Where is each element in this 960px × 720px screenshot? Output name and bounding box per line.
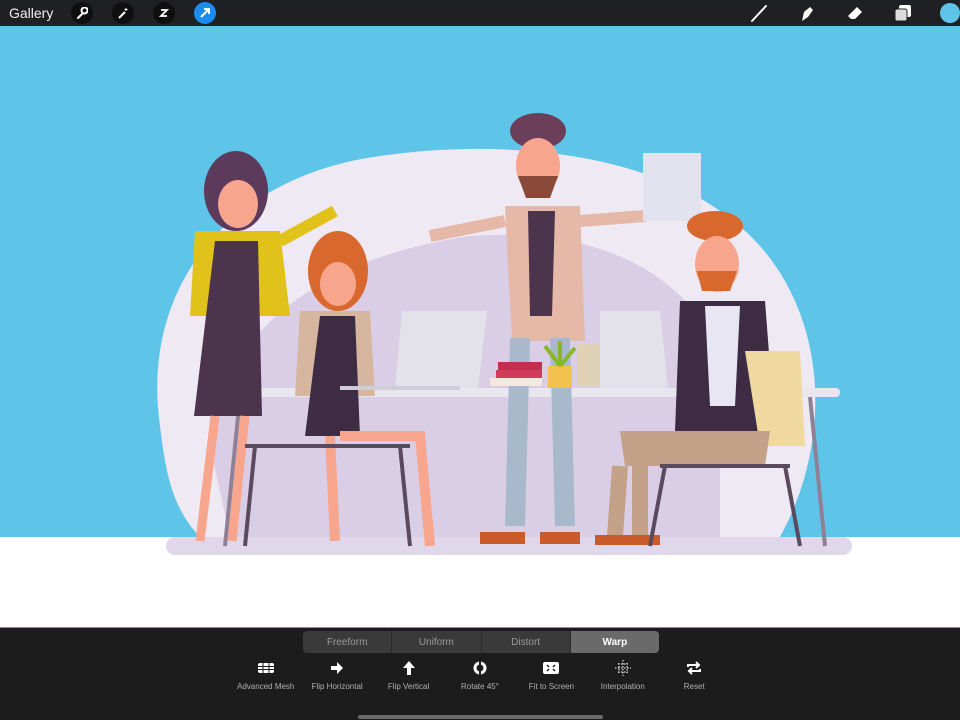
transform-mode-selector: Freeform Uniform Distort Warp — [303, 631, 659, 653]
rotate-icon — [473, 661, 487, 675]
top-toolbar: Gallery — [0, 0, 960, 26]
layers-icon[interactable] — [892, 2, 914, 24]
fit-screen-icon — [543, 662, 560, 674]
fit-to-screen-button[interactable]: Fit to Screen — [516, 660, 587, 691]
interpolation-button[interactable]: Interpolation — [587, 660, 658, 691]
tab-warp[interactable]: Warp — [570, 631, 659, 653]
tab-distort[interactable]: Distort — [482, 631, 571, 653]
smudge-icon[interactable] — [796, 2, 818, 24]
interpolation-icon — [614, 660, 631, 676]
advanced-mesh-button[interactable]: Advanced Mesh — [230, 660, 301, 691]
color-picker-swatch[interactable] — [940, 3, 960, 23]
wrench-icon[interactable] — [71, 2, 94, 24]
selection-icon[interactable] — [153, 2, 176, 24]
office-team-illustration — [0, 26, 960, 555]
flip-horizontal-button[interactable]: Flip Horizontal — [301, 660, 372, 691]
transform-arrow-icon[interactable] — [194, 2, 217, 24]
rotate-45-button[interactable]: Rotate 45° — [444, 660, 515, 691]
arrow-right-icon — [331, 662, 344, 674]
magic-wand-icon[interactable] — [112, 2, 135, 24]
reset-button[interactable]: Reset — [659, 660, 730, 691]
tab-freeform[interactable]: Freeform — [303, 631, 393, 653]
flip-vertical-button[interactable]: Flip Vertical — [373, 660, 444, 691]
home-indicator — [358, 715, 603, 719]
mesh-icon — [257, 663, 274, 673]
drawing-canvas[interactable] — [0, 26, 960, 627]
arrow-up-icon — [402, 661, 415, 675]
eraser-icon[interactable] — [844, 2, 866, 24]
tab-uniform[interactable]: Uniform — [392, 631, 482, 653]
gallery-button[interactable]: Gallery — [9, 5, 53, 21]
reset-icon — [687, 661, 702, 675]
brush-icon[interactable] — [748, 2, 770, 24]
transform-panel: Freeform Uniform Distort Warp Advanced M… — [0, 627, 960, 720]
